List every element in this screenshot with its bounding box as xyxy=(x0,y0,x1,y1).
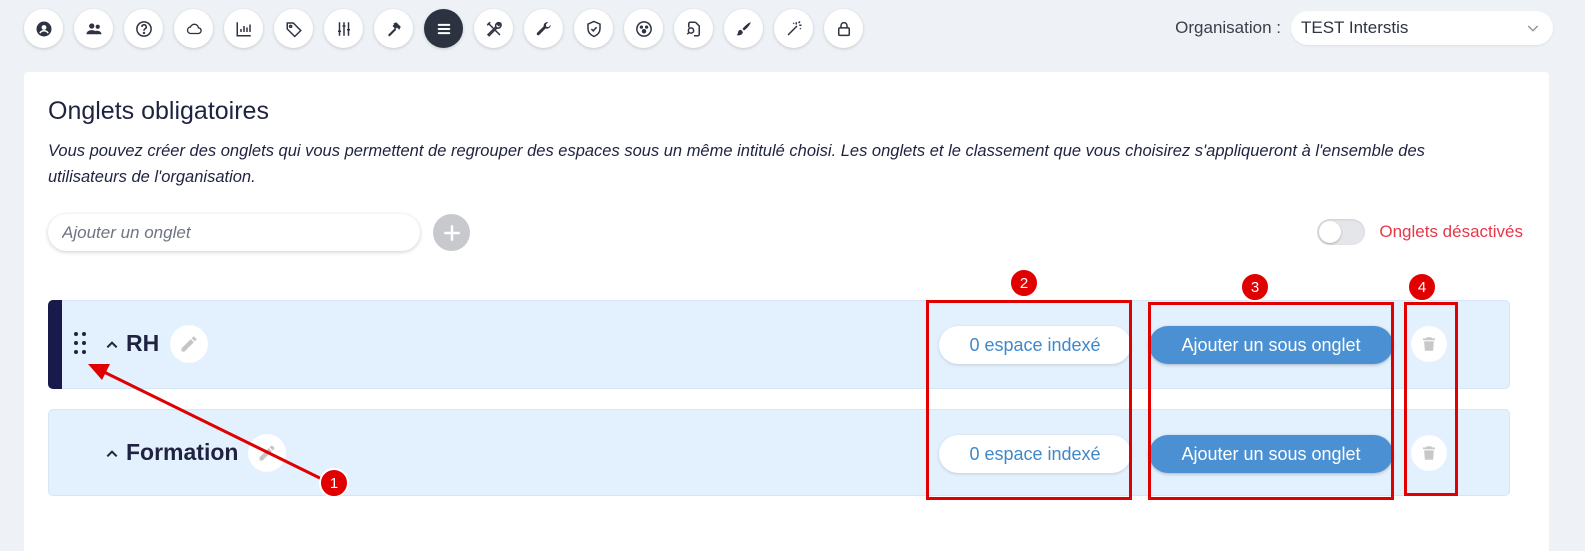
add-tab-input[interactable] xyxy=(48,214,420,251)
organisation-value: TEST Interstis xyxy=(1301,18,1409,37)
tabs-toggle-label: Onglets désactivés xyxy=(1379,222,1523,241)
annotation-box-2 xyxy=(926,300,1132,500)
magic-wand-icon[interactable] xyxy=(774,9,813,48)
sliders-icon[interactable] xyxy=(324,9,363,48)
tabs-toggle-group: Onglets désactivés xyxy=(1317,219,1523,245)
palette-icon[interactable] xyxy=(624,9,663,48)
organisation-picker: Organisation : TEST Interstis xyxy=(1175,11,1553,45)
page-description: Vous pouvez créer des onglets qui vous p… xyxy=(48,142,1425,186)
tab-name: RH xyxy=(126,330,160,356)
help-icon[interactable] xyxy=(124,9,163,48)
add-tab-row xyxy=(48,214,470,251)
page-title: Onglets obligatoires xyxy=(48,97,269,125)
chart-icon[interactable] xyxy=(224,9,263,48)
shield-check-icon[interactable] xyxy=(574,9,613,48)
tabs-toggle[interactable] xyxy=(1317,219,1366,245)
organisation-label: Organisation : xyxy=(1175,18,1281,37)
pencil-icon xyxy=(259,445,275,461)
file-search-icon[interactable] xyxy=(674,9,713,48)
annotation-marker-1: 1 xyxy=(319,468,349,498)
edit-button[interactable] xyxy=(170,325,208,363)
users-icon[interactable] xyxy=(74,9,113,48)
top-toolbar xyxy=(24,9,863,48)
wrench-icon[interactable] xyxy=(524,9,563,48)
annotation-marker-3: 3 xyxy=(1240,272,1270,302)
brush-icon[interactable] xyxy=(724,9,763,48)
organisation-select[interactable]: TEST Interstis xyxy=(1291,11,1553,45)
pencil-icon xyxy=(181,336,197,352)
user-circle-icon[interactable] xyxy=(24,9,63,48)
list-icon[interactable] xyxy=(424,9,463,48)
lock-icon[interactable] xyxy=(824,9,863,48)
annotation-box-4 xyxy=(1404,302,1458,496)
annotation-marker-2: 2 xyxy=(1009,268,1039,298)
tools-icon[interactable] xyxy=(474,9,513,48)
hammer-icon[interactable] xyxy=(374,9,413,48)
cloud-icon[interactable] xyxy=(174,9,213,48)
annotation-marker-4: 4 xyxy=(1407,272,1437,302)
chevron-up-icon[interactable] xyxy=(105,447,119,461)
chevron-up-icon[interactable] xyxy=(105,338,119,352)
annotation-box-3 xyxy=(1148,302,1394,500)
add-tab-button[interactable] xyxy=(433,214,470,251)
plus-icon xyxy=(443,224,460,241)
edit-button[interactable] xyxy=(248,434,286,472)
drag-handle-icon[interactable] xyxy=(74,332,88,356)
chevron-down-icon xyxy=(1527,25,1539,32)
tag-icon[interactable] xyxy=(274,9,313,48)
tab-name: Formation xyxy=(126,439,239,465)
